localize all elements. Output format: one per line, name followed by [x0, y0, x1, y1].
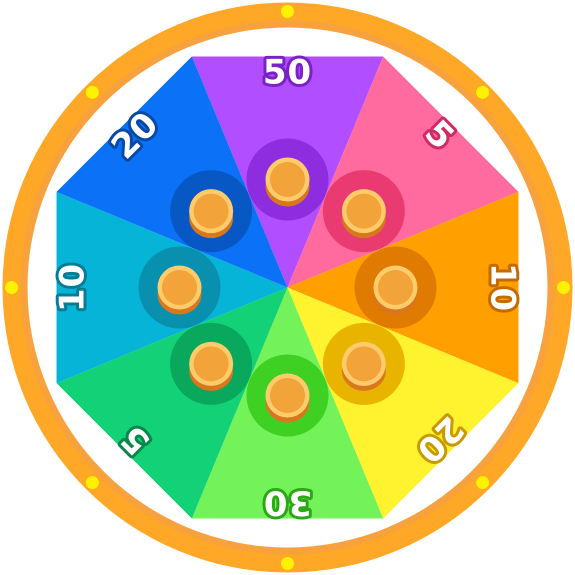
rim-bulb [281, 5, 294, 18]
rim-bulb [557, 281, 570, 294]
rim-bulb [476, 85, 490, 99]
coin-icon [322, 322, 405, 405]
coin-icon [322, 170, 405, 253]
segment-value-label: 50 [263, 53, 312, 93]
segment-value-label: 10 [53, 263, 93, 312]
coin-icon [246, 354, 329, 437]
coin-icon [138, 246, 221, 329]
coin-icon [246, 138, 329, 221]
prize-wheel-graphic[interactable]: 50510203051020 [0, 0, 575, 575]
rim-bulb [5, 281, 18, 294]
coin-icon [354, 246, 437, 329]
coin-icon [170, 170, 253, 253]
rim-bulb [281, 557, 294, 570]
segment-value-label: 10 [483, 263, 523, 312]
rim-bulb [85, 476, 99, 490]
prize-wheel[interactable]: 50 5 10 20 30 5 10 20 [0, 0, 575, 575]
rim-bulb [476, 476, 490, 490]
segment-value-label: 30 [263, 483, 312, 523]
rim-bulb [85, 85, 99, 99]
coin-icon [170, 322, 253, 405]
